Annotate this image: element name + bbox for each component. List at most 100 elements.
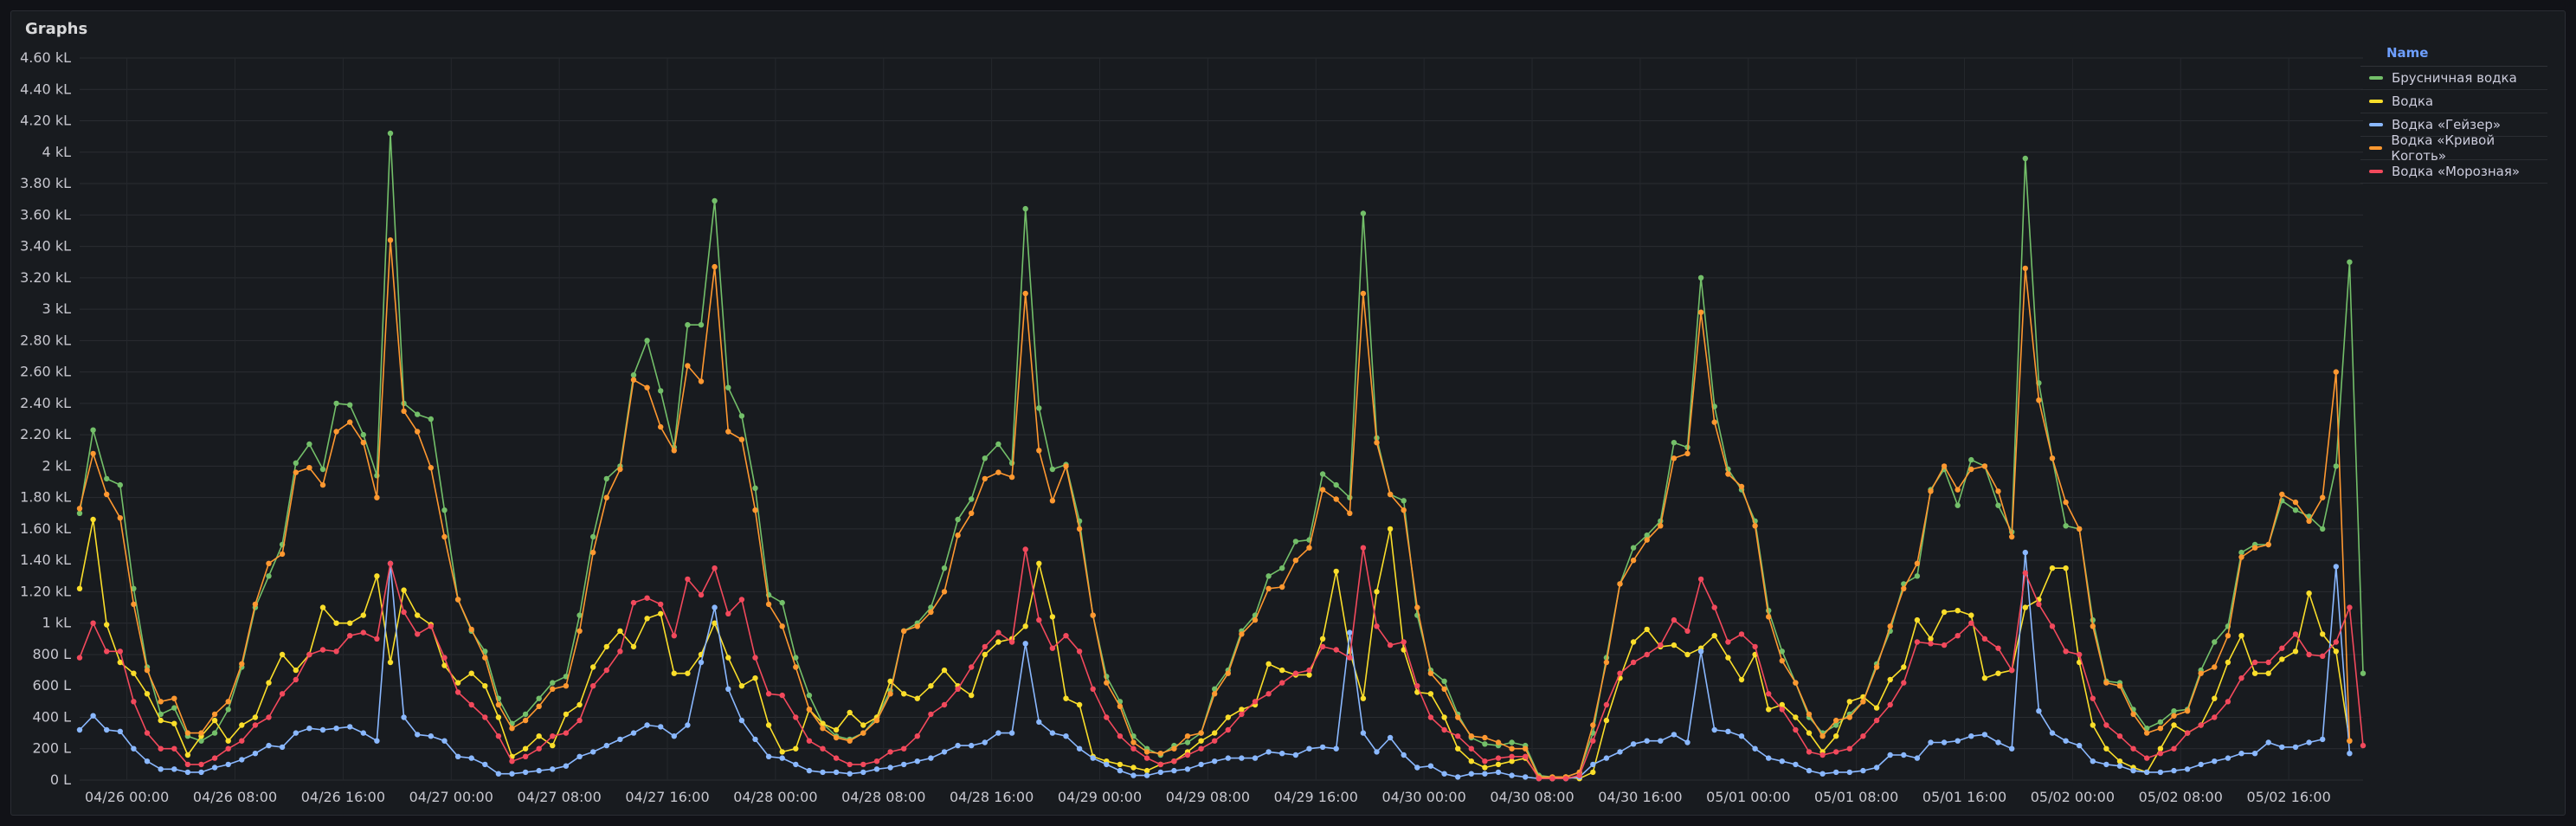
- data-point: [1374, 589, 1380, 595]
- data-point: [319, 726, 326, 733]
- data-point: [752, 485, 758, 491]
- data-point: [509, 758, 515, 765]
- data-point: [658, 601, 664, 608]
- y-tick-label: 3.20 kL: [20, 269, 71, 286]
- legend-item-1[interactable]: Водка: [2360, 90, 2547, 113]
- data-point: [1806, 711, 1813, 718]
- data-point: [955, 516, 961, 523]
- series-line[interactable]: [79, 546, 2364, 780]
- series-4[interactable]: [76, 545, 2367, 782]
- data-point: [1347, 494, 1353, 500]
- data-point: [617, 736, 623, 743]
- data-point: [995, 629, 1001, 636]
- data-point: [347, 419, 353, 425]
- data-point: [1319, 487, 1326, 493]
- data-point: [1590, 761, 1596, 768]
- data-point: [2251, 670, 2258, 676]
- data-point: [158, 766, 164, 772]
- x-tick-label: 05/01 16:00: [1922, 789, 2006, 805]
- series-3[interactable]: [76, 237, 2353, 780]
- data-point: [211, 765, 218, 771]
- data-point: [1252, 699, 1259, 705]
- data-point: [2279, 491, 2285, 498]
- data-point: [239, 661, 245, 667]
- data-point: [1914, 639, 1921, 645]
- data-point: [1711, 419, 1717, 425]
- data-point: [306, 465, 312, 471]
- data-point: [1212, 691, 1218, 697]
- data-point: [1482, 734, 1488, 741]
- x-tick-label: 05/01 08:00: [1814, 789, 1898, 805]
- data-point: [1319, 636, 1326, 642]
- data-point: [90, 427, 96, 433]
- data-point: [360, 431, 366, 438]
- data-point: [2212, 664, 2218, 670]
- data-point: [360, 440, 366, 446]
- data-point: [1968, 733, 1974, 739]
- data-point: [2198, 722, 2204, 728]
- data-point: [1143, 755, 1150, 761]
- data-point: [266, 680, 272, 686]
- data-point: [1036, 719, 1042, 726]
- legend-item-3[interactable]: Водка «Кривой Коготь»: [2360, 132, 2547, 164]
- data-point: [509, 771, 515, 777]
- data-point: [2279, 645, 2285, 651]
- data-point: [698, 591, 705, 598]
- data-point: [1198, 738, 1204, 744]
- series-2[interactable]: [76, 549, 2353, 782]
- data-point: [1846, 714, 1852, 720]
- data-point: [76, 726, 83, 733]
- y-tick-label: 3.40 kL: [20, 238, 71, 255]
- data-point: [1171, 758, 1177, 765]
- x-tick-label: 04/30 00:00: [1381, 789, 1465, 805]
- data-point: [76, 506, 83, 512]
- data-point: [333, 726, 339, 732]
- y-tick-label: 4.20 kL: [20, 113, 71, 129]
- data-point: [211, 717, 218, 724]
- data-point: [239, 738, 245, 744]
- data-point: [738, 597, 745, 603]
- data-point: [468, 670, 474, 676]
- data-point: [2184, 730, 2191, 736]
- data-point: [2212, 695, 2218, 701]
- data-point: [252, 722, 259, 728]
- data-point: [1063, 463, 1069, 469]
- data-point: [1725, 471, 1731, 477]
- data-point: [1225, 670, 1232, 676]
- data-point: [2130, 745, 2136, 752]
- data-point: [1292, 558, 1299, 564]
- data-point: [1617, 670, 1623, 676]
- data-point: [1887, 701, 1893, 708]
- data-point: [2090, 722, 2096, 728]
- data-point: [279, 651, 286, 658]
- data-point: [2292, 499, 2299, 506]
- data-point: [374, 738, 380, 744]
- data-point: [401, 714, 407, 720]
- legend-header[interactable]: Name: [2360, 40, 2547, 67]
- data-point: [1941, 739, 1948, 745]
- data-point: [2116, 683, 2123, 689]
- x-tick-label: 05/02 00:00: [2031, 789, 2115, 805]
- series-line[interactable]: [79, 132, 2364, 778]
- data-point: [1887, 676, 1893, 683]
- data-point: [1509, 753, 1515, 759]
- data-point: [482, 714, 488, 720]
- data-point: [2333, 463, 2339, 469]
- data-point: [1658, 642, 1664, 649]
- data-point: [428, 416, 434, 423]
- data-point: [671, 448, 677, 454]
- data-point: [1279, 565, 1285, 571]
- data-point: [536, 733, 542, 739]
- data-point: [2333, 564, 2339, 570]
- legend-item-4[interactable]: Водка «Морозная»: [2360, 160, 2547, 184]
- data-point: [982, 475, 989, 482]
- data-point: [941, 701, 948, 708]
- data-point: [1130, 745, 1137, 752]
- data-point: [104, 622, 110, 628]
- data-point: [995, 441, 1001, 448]
- data-point: [468, 701, 474, 708]
- legend-item-0[interactable]: Брусничная водка: [2360, 67, 2547, 90]
- data-point: [1576, 772, 1582, 778]
- data-point: [387, 659, 394, 666]
- data-point: [1171, 767, 1177, 774]
